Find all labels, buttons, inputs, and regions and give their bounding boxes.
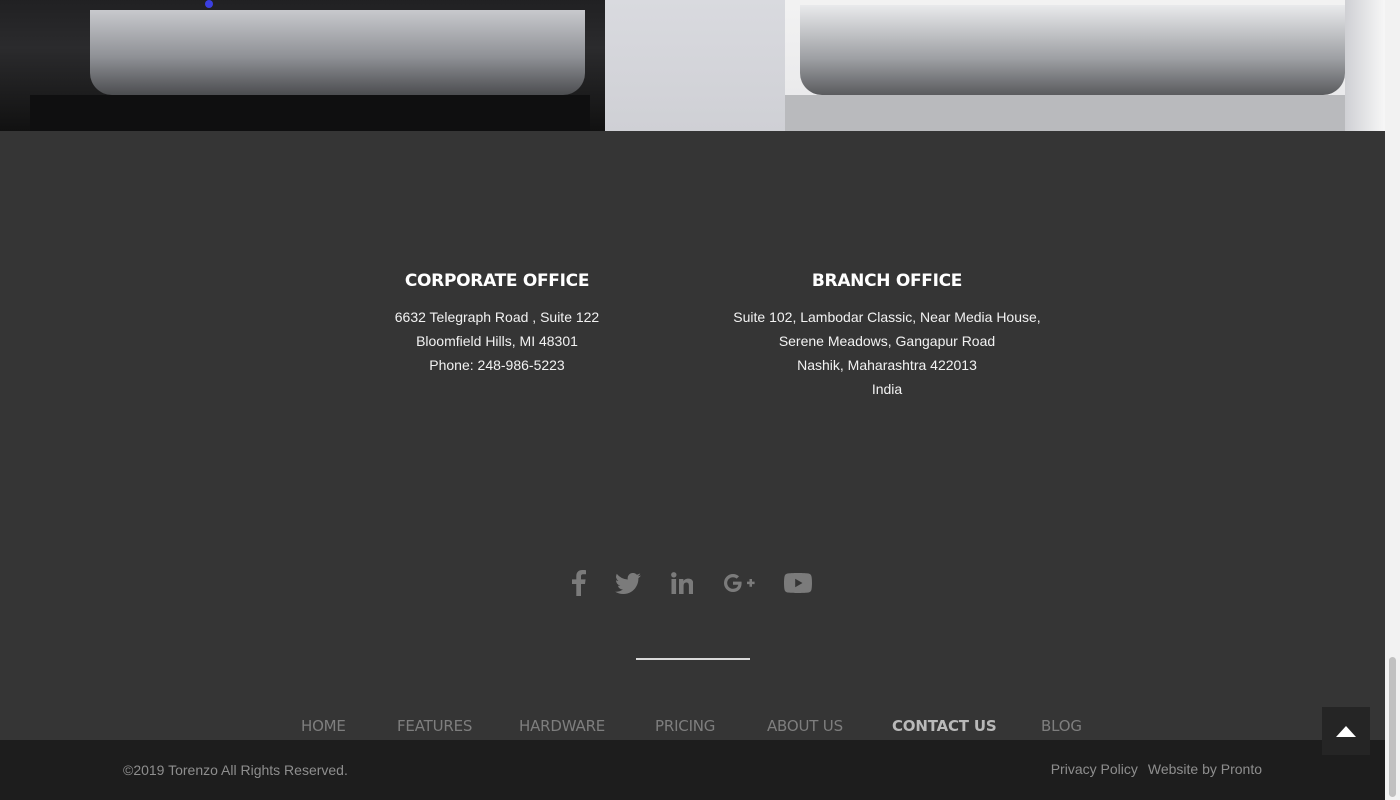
corporate-address-line: Bloomfield Hills, MI 48301 xyxy=(416,333,578,349)
corporate-office-title: CORPORATE OFFICE xyxy=(404,271,590,291)
nav-home[interactable]: HOME xyxy=(301,717,346,735)
nav-features[interactable]: FEATURES xyxy=(397,717,472,735)
nav-contact-us[interactable]: CONTACT US xyxy=(892,717,997,735)
footer-bottom-bar: ©2019 Torenzo All Rights Reserved. Priva… xyxy=(0,740,1385,800)
website-credit-link[interactable]: Website by Pronto xyxy=(1148,761,1262,777)
twitter-icon[interactable] xyxy=(614,568,642,598)
linkedin-icon[interactable] xyxy=(669,568,695,598)
nav-pricing[interactable]: PRICING xyxy=(655,717,715,735)
youtube-icon[interactable] xyxy=(782,568,814,598)
footer-nav: HOME FEATURES HARDWARE PRICING ABOUT US … xyxy=(0,717,1385,741)
legal-links: Privacy Policy Website by Pronto xyxy=(1051,761,1262,777)
branch-address-line: Serene Meadows, Gangapur Road xyxy=(778,333,996,349)
nav-about-us[interactable]: ABOUT US xyxy=(767,717,843,735)
branch-office-title: BRANCH OFFICE xyxy=(811,271,963,291)
page-scrollbar[interactable] xyxy=(1385,0,1400,800)
branch-office: BRANCH OFFICE Suite 102, Lambodar Classi… xyxy=(707,271,1067,401)
hero-image xyxy=(0,0,1385,131)
back-to-top-button[interactable] xyxy=(1322,707,1370,755)
social-links xyxy=(562,568,822,600)
corporate-office: CORPORATE OFFICE 6632 Telegraph Road , S… xyxy=(347,271,647,377)
privacy-policy-link[interactable]: Privacy Policy xyxy=(1051,761,1138,777)
pos-terminal-dark xyxy=(0,0,605,131)
branch-address-line: Suite 102, Lambodar Classic, Near Media … xyxy=(733,309,1041,325)
chevron-up-icon xyxy=(1336,725,1356,737)
corporate-address-line: 6632 Telegraph Road , Suite 122 xyxy=(394,309,600,325)
facebook-icon[interactable] xyxy=(570,568,588,598)
corporate-phone: Phone: 248-986-5223 xyxy=(429,357,565,373)
copyright-text: ©2019 Torenzo All Rights Reserved. xyxy=(123,762,348,778)
nav-hardware[interactable]: HARDWARE xyxy=(519,717,605,735)
footer-divider xyxy=(636,658,750,660)
branch-country: India xyxy=(871,381,903,397)
branch-address-line: Nashik, Maharashtra 422013 xyxy=(797,357,977,373)
pos-terminal-white xyxy=(785,0,1365,131)
google-plus-icon[interactable] xyxy=(722,568,756,598)
nav-blog[interactable]: BLOG xyxy=(1041,717,1082,735)
scrollbar-thumb[interactable] xyxy=(1389,657,1396,797)
